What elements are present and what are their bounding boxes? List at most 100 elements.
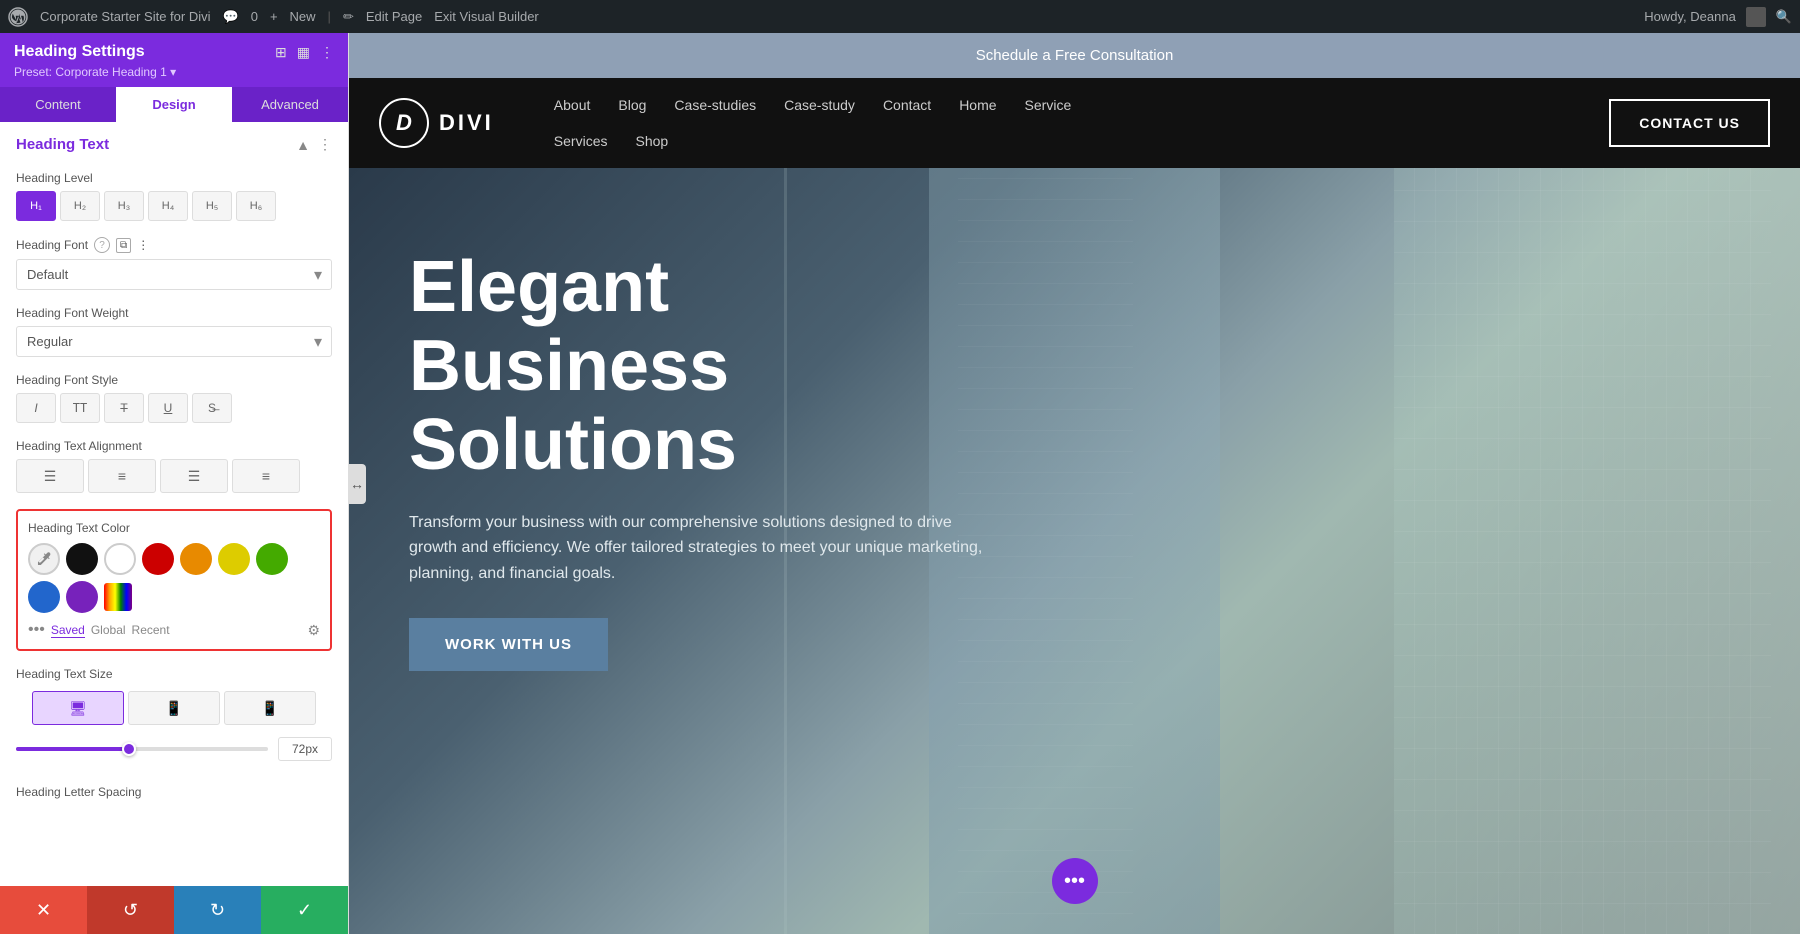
cancel-button[interactable]: ✕	[0, 886, 87, 934]
nav-home[interactable]: Home	[959, 87, 996, 123]
heading-font-copy-icon[interactable]: ⧉	[116, 238, 131, 253]
tab-advanced[interactable]: Advanced	[232, 87, 348, 122]
nav-contact[interactable]: Contact	[883, 87, 931, 123]
align-justify[interactable]: ≡	[232, 459, 300, 493]
heading-level-h3[interactable]: H₃	[104, 191, 144, 221]
align-center[interactable]: ≡	[88, 459, 156, 493]
nav-row-secondary: Services Shop	[554, 123, 1071, 159]
tab-content[interactable]: Content	[0, 87, 116, 122]
tab-design[interactable]: Design	[116, 87, 232, 122]
color-black[interactable]	[66, 543, 98, 575]
color-purple[interactable]	[66, 581, 98, 613]
section-collapse-icon[interactable]: ▲	[296, 137, 310, 153]
color-white[interactable]	[104, 543, 136, 575]
color-tab-global[interactable]: Global	[91, 623, 126, 637]
howdy-text: Howdy, Deanna	[1644, 9, 1736, 24]
save-button[interactable]: ✓	[261, 886, 348, 934]
hero-cta-button[interactable]: WORK WITH US	[409, 618, 608, 671]
nav-service[interactable]: Service	[1025, 87, 1072, 123]
align-left[interactable]: ☰	[16, 459, 84, 493]
site-logo: D DIVI	[379, 78, 494, 168]
heading-font-select[interactable]: Default	[16, 259, 332, 290]
heading-level-label: Heading Level	[16, 171, 332, 185]
site-name-link[interactable]: Corporate Starter Site for Divi	[40, 9, 211, 24]
heading-text-color-label: Heading Text Color	[28, 521, 320, 535]
wordpress-icon	[8, 7, 28, 27]
nav-case-studies[interactable]: Case-studies	[674, 87, 756, 123]
comment-icon: 💬	[223, 9, 239, 25]
size-value-input[interactable]	[278, 737, 332, 761]
heading-level-h2[interactable]: H₂	[60, 191, 100, 221]
color-yellow[interactable]	[218, 543, 250, 575]
heading-level-h5[interactable]: H₅	[192, 191, 232, 221]
heading-level-h4[interactable]: H₄	[148, 191, 188, 221]
color-tab-recent[interactable]: Recent	[132, 623, 170, 637]
floating-dots-button[interactable]: •••	[1052, 858, 1098, 904]
heading-level-h6[interactable]: H₆	[236, 191, 276, 221]
color-red[interactable]	[142, 543, 174, 575]
heading-font-row: Heading Font ? ⧉ ⋮ Default	[0, 229, 348, 298]
section-title: Heading Text	[16, 136, 109, 153]
undo-button[interactable]: ↺	[87, 886, 174, 934]
nav-shop[interactable]: Shop	[635, 123, 668, 159]
heading-level-h1[interactable]: H₁	[16, 191, 56, 221]
redo-button[interactable]: ↻	[174, 886, 261, 934]
nav-links: About Blog Case-studies Case-study Conta…	[554, 87, 1071, 159]
panel-icon-layout[interactable]: ▦	[297, 44, 310, 61]
contact-us-button[interactable]: CONTACT US	[1609, 99, 1770, 147]
user-avatar	[1746, 7, 1766, 27]
logo-text: DIVI	[439, 110, 494, 136]
heading-font-weight-select[interactable]: Regular	[16, 326, 332, 357]
nav-case-study[interactable]: Case-study	[784, 87, 855, 123]
heading-font-style-label: Heading Font Style	[16, 373, 332, 387]
section-heading-text: Heading Text ▲ ⋮	[0, 122, 348, 163]
new-link[interactable]: New	[290, 9, 316, 24]
style-underline[interactable]: U	[148, 393, 188, 423]
preview-area: Schedule a Free Consultation D DIVI Abou…	[349, 33, 1800, 934]
color-tabs-more[interactable]: •••	[28, 621, 45, 639]
color-orange[interactable]	[180, 543, 212, 575]
heading-font-label: Heading Font ? ⧉ ⋮	[16, 237, 332, 253]
panel-preset: Preset: Corporate Heading 1 ▾	[14, 65, 334, 79]
align-right[interactable]: ☰	[160, 459, 228, 493]
device-tablet[interactable]: 📱	[128, 691, 220, 725]
style-uppercase[interactable]: S̶	[192, 393, 232, 423]
announcement-bar: Schedule a Free Consultation	[349, 33, 1800, 78]
color-gear-icon[interactable]: ⚙	[307, 622, 320, 639]
exit-visual-builder-link[interactable]: Exit Visual Builder	[434, 9, 539, 24]
heading-font-help[interactable]: ?	[94, 237, 110, 253]
eyedropper-swatch[interactable]	[28, 543, 60, 575]
nav-services[interactable]: Services	[554, 123, 608, 159]
color-blue[interactable]	[28, 581, 60, 613]
panel-icon-settings[interactable]: ⊞	[275, 44, 287, 61]
comment-count: 0	[251, 9, 258, 24]
style-tt[interactable]: TT	[60, 393, 100, 423]
search-icon[interactable]: 🔍	[1776, 9, 1792, 25]
color-swatches-row	[28, 543, 320, 613]
device-desktop[interactable]: 🖥	[32, 691, 124, 725]
device-mobile[interactable]: 📱	[224, 691, 316, 725]
color-tab-saved[interactable]: Saved	[51, 623, 85, 638]
panel-bottom-bar: ✕ ↺ ↻ ✓	[0, 886, 348, 934]
settings-tabs: Content Design Advanced	[0, 87, 348, 122]
panel-title: Heading Settings	[14, 43, 145, 61]
heading-text-size-label: Heading Text Size	[16, 667, 332, 681]
style-strikethrough[interactable]: T	[104, 393, 144, 423]
section-more-icon[interactable]: ⋮	[318, 136, 332, 153]
panel-toggle-btn[interactable]: ↔	[348, 464, 366, 504]
nav-row-primary: About Blog Case-studies Case-study Conta…	[554, 87, 1071, 123]
heading-font-more-icon[interactable]: ⋮	[137, 238, 149, 252]
color-green[interactable]	[256, 543, 288, 575]
color-gradient-picker[interactable]	[104, 583, 132, 611]
hero-section: Elegant Business Solutions Transform you…	[349, 168, 1800, 934]
heading-text-size-row: Heading Text Size 🖥 📱 📱	[0, 659, 348, 777]
heading-level-row: Heading Level H₁ H₂ H₃ H₄ H₅ H₆	[0, 163, 348, 229]
heading-letter-spacing-label: Heading Letter Spacing	[16, 785, 332, 799]
nav-blog[interactable]: Blog	[618, 87, 646, 123]
panel-icon-more[interactable]: ⋮	[320, 44, 334, 61]
style-italic[interactable]: I	[16, 393, 56, 423]
nav-about[interactable]: About	[554, 87, 591, 123]
edit-page-link[interactable]: Edit Page	[366, 9, 422, 24]
heading-text-alignment-label: Heading Text Alignment	[16, 439, 332, 453]
hero-content: Elegant Business Solutions Transform you…	[349, 168, 1049, 711]
